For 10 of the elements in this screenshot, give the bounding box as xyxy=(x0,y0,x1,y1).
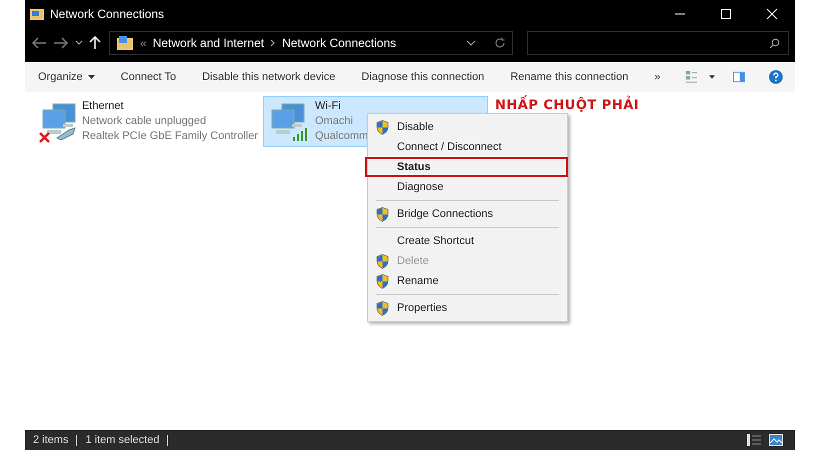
item-count: 2 items xyxy=(33,434,68,446)
connection-status: Network cable unplugged xyxy=(82,114,208,129)
connection-status: Omachi xyxy=(315,114,354,129)
connection-name: Wi-Fi xyxy=(315,99,342,114)
adapter-name: Realtek PCIe GbE Family Controller xyxy=(82,129,258,144)
connection-name: Ethernet xyxy=(82,99,125,114)
adapter-name: Qualcomm xyxy=(315,129,368,144)
selection-count: 1 item selected xyxy=(85,434,160,446)
menu-item: Delete xyxy=(368,251,567,271)
window-title: Network Connections xyxy=(50,7,164,21)
